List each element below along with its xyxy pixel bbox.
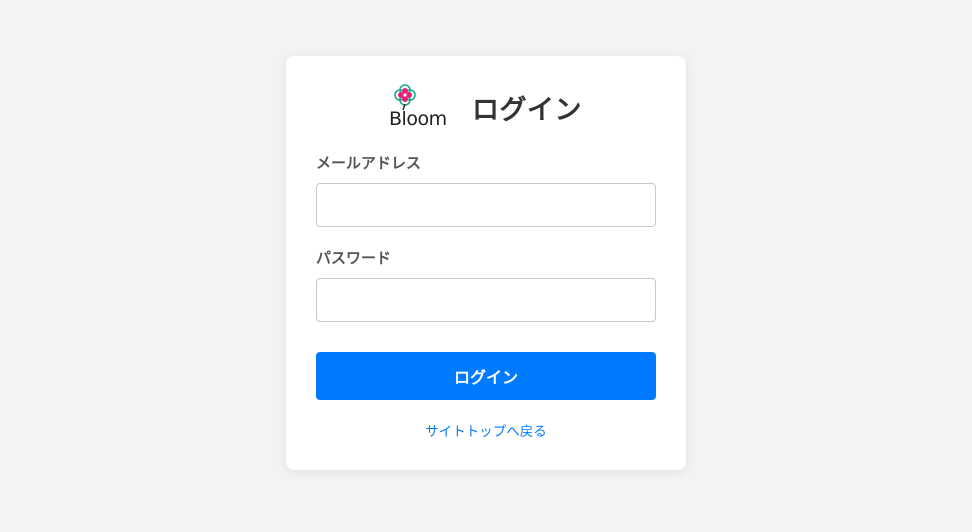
email-label: メールアドレス — [316, 154, 422, 172]
flower-icon: Bloom — [389, 84, 447, 130]
password-field[interactable] — [316, 278, 656, 322]
logo-text: Bloom — [389, 108, 447, 128]
login-card: Bloom ログイン メールアドレス パスワード ログイン サイトトップへ戻る — [286, 56, 686, 470]
page-title: ログイン — [472, 95, 582, 126]
login-header: Bloom ログイン — [286, 84, 686, 130]
password-label: パスワード — [316, 249, 392, 267]
back-to-site-link[interactable]: サイトトップへ戻る — [286, 420, 686, 440]
bloom-logo: Bloom — [387, 84, 455, 130]
email-field[interactable] — [316, 183, 656, 227]
login-button[interactable]: ログイン — [316, 352, 656, 400]
